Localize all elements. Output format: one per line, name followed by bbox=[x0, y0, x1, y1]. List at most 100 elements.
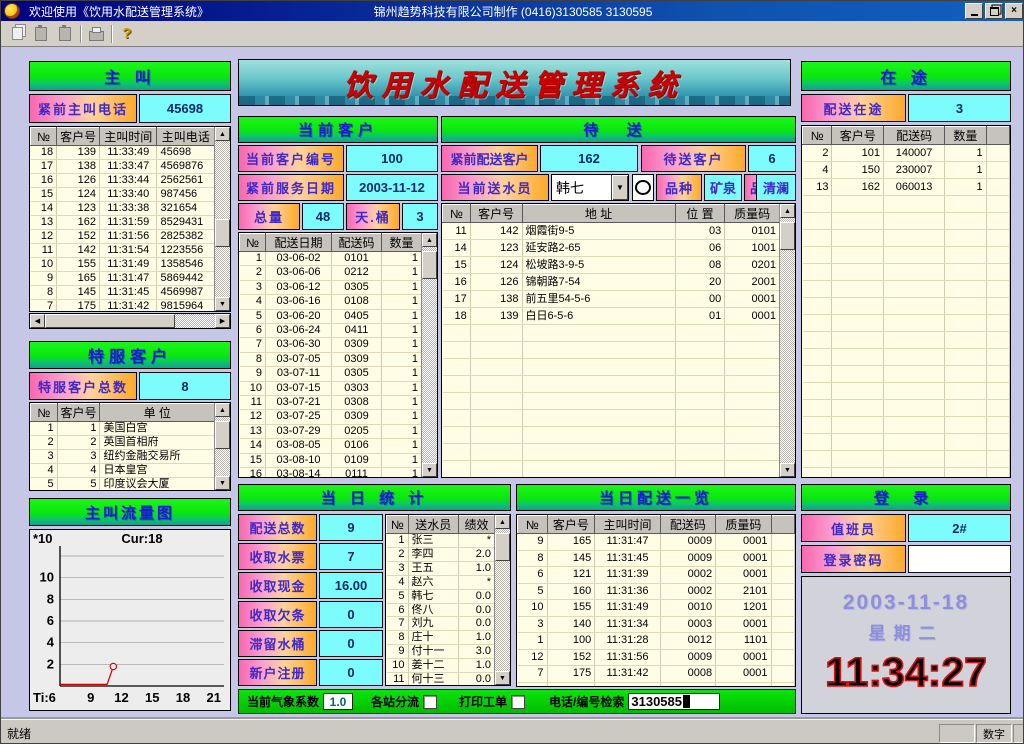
table-row[interactable]: 203-06-0602121 bbox=[240, 266, 422, 280]
table-row[interactable]: 1203-07-2503091 bbox=[240, 410, 422, 424]
table-row[interactable]: 717511:31:4200080001 bbox=[518, 666, 795, 683]
table-row[interactable]: 1103-07-2103081 bbox=[240, 396, 422, 410]
pending-table-scrollbar[interactable]: ▲▼ bbox=[779, 204, 795, 477]
table-row[interactable]: 1503-08-1001091 bbox=[240, 453, 422, 467]
scroll-track[interactable] bbox=[422, 247, 437, 463]
table-row[interactable]: 403-06-1601081 bbox=[240, 295, 422, 309]
table-row[interactable]: 1316211:31:598529431 bbox=[31, 216, 215, 230]
scroll-down-button[interactable]: ▼ bbox=[422, 463, 437, 477]
caller-table-scrollbar[interactable]: ▲▼ bbox=[214, 127, 230, 311]
table-row[interactable]: 516011:31:3600022101 bbox=[518, 583, 795, 600]
table-row[interactable]: 1015511:31:4900101201 bbox=[518, 600, 795, 617]
scroll-down-button[interactable]: ▼ bbox=[215, 476, 230, 490]
scroll-up-button[interactable]: ▲ bbox=[215, 403, 230, 417]
scroll-down-button[interactable]: ▼ bbox=[495, 671, 510, 685]
search-input[interactable]: 3130585 bbox=[628, 693, 720, 710]
scroll-thumb[interactable] bbox=[215, 421, 230, 449]
table-row[interactable]: 503-06-2004051 bbox=[240, 309, 422, 323]
password-input[interactable] bbox=[908, 545, 1011, 573]
scroll-thumb[interactable] bbox=[422, 251, 437, 279]
table-row[interactable]: 11美国白宫 bbox=[31, 422, 215, 436]
paste-button[interactable] bbox=[29, 23, 53, 45]
table-row[interactable]: 22英国首相府 bbox=[31, 436, 215, 450]
table-row[interactable]: 9付十一3.0 bbox=[387, 645, 495, 659]
table-row[interactable]: 1215211:31:5600090001 bbox=[518, 649, 795, 666]
scroll-track[interactable] bbox=[215, 141, 230, 297]
table-row[interactable]: 1015511:31:491358546 bbox=[31, 258, 215, 272]
table-row[interactable]: 103-06-0201011 bbox=[240, 252, 422, 266]
scroll-track[interactable] bbox=[780, 218, 795, 463]
table-row[interactable]: 17138前五里54-5-6000001 bbox=[443, 291, 780, 308]
scroll-up-button[interactable]: ▲ bbox=[215, 127, 230, 141]
table-row[interactable]: 1603-08-1401111 bbox=[240, 468, 422, 477]
table-row[interactable]: 1003-07-1503031 bbox=[240, 381, 422, 395]
table-row[interactable]: 7刘九0.0 bbox=[387, 617, 495, 631]
table-row[interactable]: 41502300071 bbox=[803, 162, 1010, 179]
table-row[interactable]: 303-06-1203051 bbox=[240, 280, 422, 294]
scroll-up-button[interactable]: ▲ bbox=[422, 233, 437, 247]
table-row[interactable]: 916511:31:475869442 bbox=[31, 272, 215, 286]
table-row[interactable]: 4赵六* bbox=[387, 575, 495, 589]
scroll-up-button[interactable]: ▲ bbox=[495, 515, 510, 529]
help-button[interactable]: ? bbox=[115, 23, 139, 45]
circle-button[interactable] bbox=[632, 174, 654, 201]
restore-button[interactable] bbox=[985, 3, 1003, 19]
table-row[interactable]: 3王五1.0 bbox=[387, 561, 495, 575]
table-row[interactable]: 1215211:31:562825382 bbox=[31, 230, 215, 244]
table-row[interactable]: 1612611:33:442562561 bbox=[31, 174, 215, 188]
scroll-thumb[interactable] bbox=[495, 533, 510, 561]
caller-table-hscrollbar[interactable]: ◀▶ bbox=[29, 313, 231, 329]
paste-special-button[interactable] bbox=[53, 23, 77, 45]
scroll-left-button[interactable]: ◀ bbox=[30, 314, 45, 328]
table-row[interactable]: 703-06-3003091 bbox=[240, 338, 422, 352]
table-row[interactable]: 21011400071 bbox=[803, 145, 1010, 162]
table-row[interactable]: 5韩七0.0 bbox=[387, 589, 495, 603]
table-row[interactable]: 814511:31:454569987 bbox=[31, 286, 215, 300]
table-row[interactable]: 11何十三0.0 bbox=[387, 673, 495, 685]
scroll-down-button[interactable]: ▼ bbox=[780, 463, 795, 477]
table-row[interactable]: 1114211:31:541223556 bbox=[31, 244, 215, 258]
table-row[interactable]: 2李四2.0 bbox=[387, 547, 495, 561]
table-row[interactable]: 603-06-2404111 bbox=[240, 324, 422, 338]
table-row[interactable]: 814511:31:4500090001 bbox=[518, 550, 795, 567]
scroll-track[interactable] bbox=[215, 417, 230, 476]
table-row[interactable]: 11142烟霞街9-5030101 bbox=[443, 223, 780, 240]
table-row[interactable]: 8庄十1.0 bbox=[387, 631, 495, 645]
table-row[interactable]: 1412311:33:38321654 bbox=[31, 202, 215, 216]
scroll-thumb[interactable] bbox=[215, 219, 230, 247]
table-row[interactable]: 1303-07-2902051 bbox=[240, 424, 422, 438]
table-row[interactable]: 16126锦朝路7-54202001 bbox=[443, 274, 780, 291]
table-row[interactable]: 1512411:33:40987456 bbox=[31, 188, 215, 202]
table-row[interactable]: 44日本皇宫 bbox=[31, 464, 215, 478]
table-row[interactable]: 1813911:33:4945698 bbox=[31, 146, 215, 160]
scroll-track[interactable] bbox=[45, 314, 215, 328]
scroll-right-button[interactable]: ▶ bbox=[215, 314, 230, 328]
table-row[interactable]: 110011:31:2800121101 bbox=[518, 633, 795, 650]
close-button[interactable]: × bbox=[1005, 3, 1023, 19]
print-button[interactable] bbox=[84, 23, 108, 45]
scroll-up-button[interactable]: ▲ bbox=[780, 204, 795, 218]
table-row[interactable]: 1张三* bbox=[387, 534, 495, 548]
print-ticket-checkbox[interactable] bbox=[511, 695, 525, 709]
scroll-thumb[interactable] bbox=[45, 314, 175, 328]
table-row[interactable]: 916511:31:4700090001 bbox=[518, 534, 795, 551]
scroll-thumb[interactable] bbox=[780, 222, 795, 250]
table-row[interactable]: 1403-08-0501061 bbox=[240, 439, 422, 453]
table-row[interactable]: 33纽约金融交易所 bbox=[31, 450, 215, 464]
copy-button[interactable] bbox=[5, 23, 29, 45]
delivery-history-scrollbar[interactable]: ▲▼ bbox=[421, 233, 437, 477]
station-split-checkbox[interactable] bbox=[423, 695, 437, 709]
table-row[interactable]: 10姜十二1.0 bbox=[387, 659, 495, 673]
minimize-button[interactable] bbox=[965, 3, 983, 19]
table-row[interactable]: 903-07-1103051 bbox=[240, 367, 422, 381]
special-table-scrollbar[interactable]: ▲▼ bbox=[214, 403, 230, 490]
table-row[interactable]: 55印度议会大厦 bbox=[31, 478, 215, 491]
chevron-down-icon[interactable]: ▼ bbox=[611, 175, 628, 200]
resize-grip[interactable] bbox=[1013, 724, 1024, 743]
table-row[interactable]: 612111:31:3900020001 bbox=[518, 567, 795, 584]
table-row[interactable]: 15124松坡路3-9-5080201 bbox=[443, 257, 780, 274]
scroll-down-button[interactable]: ▼ bbox=[215, 297, 230, 311]
staff-table-scrollbar[interactable]: ▲▼ bbox=[494, 515, 510, 685]
table-row[interactable]: 14123延安路2-65061001 bbox=[443, 240, 780, 257]
weather-factor-input[interactable]: 1.0 bbox=[323, 693, 353, 710]
